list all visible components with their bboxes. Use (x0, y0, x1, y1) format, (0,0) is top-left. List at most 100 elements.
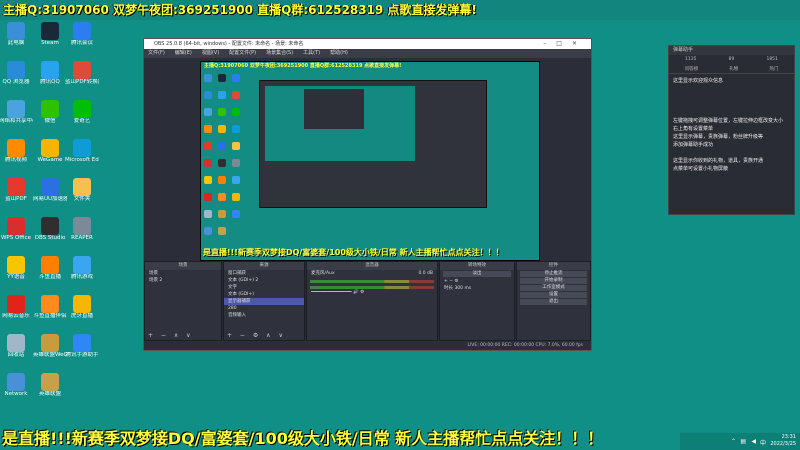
desktop-icon-label: WeGame (37, 157, 63, 163)
mixer-dock: 混音器 麦克风/Aux 0.0 dB ━━━━━━━━━━━━━━━ 🔊 ⚙ (306, 261, 438, 341)
desktop-icon[interactable]: 腾讯游戏 (66, 256, 98, 290)
chat-tab[interactable]: 热门 (769, 65, 778, 73)
exit-button[interactable]: 退出 (520, 299, 587, 305)
desktop-icon[interactable]: 英雄联盟 (34, 373, 66, 407)
desktop-icon[interactable]: Steam (34, 22, 66, 56)
desktop-icon[interactable]: 蓝山PDF转换器 (65, 61, 99, 95)
preview-app-icon (204, 142, 212, 150)
desktop-icon-label: Steam (41, 40, 59, 46)
transitions-header: 转场特效 (440, 262, 514, 270)
desktop-icon[interactable]: OBS Studio (34, 217, 66, 251)
desktop-icon[interactable]: 文件夹 (66, 178, 98, 212)
desktop-icon[interactable]: 腾讯会议 (66, 22, 98, 56)
desktop-icon[interactable]: 斗鱼直播 (34, 256, 66, 290)
desktop-icon-label: 蓝山PDF (5, 196, 27, 202)
menu-item[interactable]: 工具(T) (303, 50, 320, 56)
menu-item[interactable]: 场景集合(S) (266, 50, 293, 56)
window-controls[interactable]: –□× (543, 39, 587, 49)
desktop-icon[interactable]: Microsoft Edge (65, 139, 99, 173)
menu-item[interactable]: 视图(V) (202, 50, 219, 56)
source-item[interactable]: 窗口捕获 (224, 270, 304, 277)
volume-slider[interactable]: ━━━━━━━━━━━━━━━ 🔊 ⚙ (307, 289, 437, 296)
menu-item[interactable]: 帮助(H) (330, 50, 348, 56)
desktop-icon-label: 网络和共享中心 (0, 118, 33, 124)
chat-tab[interactable]: 问答榜 (685, 65, 699, 73)
desktop-icon[interactable]: 回收站 (0, 334, 32, 368)
desktop-icon[interactable]: 网易云音乐 (0, 295, 32, 329)
transition-duration[interactable]: 时长 300 ms (440, 285, 514, 292)
app-icon (7, 373, 25, 391)
duration-value[interactable]: 300 ms (454, 286, 471, 291)
desktop-icon[interactable]: 网络和共享中心 (0, 100, 33, 134)
danmaku-assistant-panel[interactable]: 弹幕助手 1135 89 1851 问答榜 礼物 热门 这里显示欢迎观众信息 左… (668, 45, 795, 215)
desktop-icon[interactable]: 虎牙直播 (66, 295, 98, 329)
bottom-ticker: 是直播!!!新赛季双梦接DQ/富婆套/100级大小铁/日常 新人主播帮忙点点关注… (2, 429, 604, 448)
desktop-icon-label: QQ 浏览器 (2, 79, 30, 85)
source-item[interactable]: 显示器捕获 (224, 298, 304, 305)
source-item[interactable]: 音频输入 (224, 312, 304, 319)
obs-title-bar[interactable]: OBS 25.0.8 (64-bit, windows) - 配置文件: 未命名… (144, 39, 591, 49)
studio-mode-button[interactable]: 工作室模式 (520, 285, 587, 291)
source-item[interactable]: 文字 (224, 284, 304, 291)
desktop-icon[interactable]: 腾讯视频 (0, 139, 32, 173)
obs-menu-bar[interactable]: 文件(F) 编辑(E) 视图(V) 配置文件(P) 场景集合(S) 工具(T) 帮助(H) (144, 49, 591, 58)
chat-header[interactable]: 弹幕助手 (669, 46, 794, 55)
stop-streaming-button[interactable]: 停止推流 (520, 271, 587, 277)
source-item[interactable]: 文本 (GDI+) 2 (224, 277, 304, 284)
scene-item[interactable]: 场景 (145, 270, 221, 277)
chevron-up-icon[interactable]: ⌃ (731, 438, 736, 445)
desktop-icon[interactable]: 英雄联盟WeGame版 (33, 334, 67, 368)
network-icon[interactable]: ▤ (740, 438, 746, 445)
app-icon (7, 256, 25, 274)
desktop-icon[interactable]: 网易UU加速器 (33, 178, 67, 212)
app-icon (7, 295, 25, 313)
desktop-icon[interactable]: WPS Office (0, 217, 32, 251)
ime-icon[interactable]: 中 (760, 438, 766, 447)
preview-app-icon (204, 108, 212, 116)
scenes-toolbar[interactable]: + − ∧ ∨ (145, 331, 221, 340)
desktop-icon[interactable]: YY语音 (0, 256, 32, 290)
app-icon (7, 61, 25, 79)
desktop-icon[interactable]: WeGame (34, 139, 66, 173)
scenes-header: 场景 (145, 262, 221, 270)
desktop-icon[interactable]: 此电脑 (0, 22, 32, 56)
sources-toolbar[interactable]: + − ⚙ ∧ ∨ (224, 331, 304, 340)
settings-button[interactable]: 设置 (520, 292, 587, 298)
controls-dock: 控件 停止推流 开始录制 工作室模式 设置 退出 (516, 261, 591, 341)
menu-item[interactable]: 编辑(E) (175, 50, 192, 56)
source-item[interactable]: 文本 (GDI+) (224, 291, 304, 298)
menu-item[interactable]: 配置文件(P) (229, 50, 256, 56)
preview-app-icon (218, 159, 226, 167)
obs-window[interactable]: OBS 25.0.8 (64-bit, windows) - 配置文件: 未命名… (143, 38, 592, 351)
desktop-icon[interactable]: 腾讯QQ (34, 61, 66, 95)
transition-select[interactable]: 淡出 (443, 271, 511, 277)
desktop-icon[interactable]: REAPER (66, 217, 98, 251)
desktop-icon-label: Network (4, 391, 28, 397)
desktop-icon-label: 文件夹 (73, 196, 91, 202)
desktop-icon-label: Microsoft Edge (65, 157, 99, 163)
desktop-icon[interactable]: 爱奇艺 (66, 100, 98, 134)
desktop-icon[interactable]: 蓝山PDF (0, 178, 32, 212)
chat-tab[interactable]: 礼物 (729, 65, 738, 73)
desktop-icon[interactable]: 微信 (34, 100, 66, 134)
obs-preview[interactable]: 主播Q:31907060 双梦午夜团:369251900 直播Q群:612528… (200, 61, 540, 261)
desktop-icon-label: 爱奇艺 (73, 118, 91, 124)
mixer-channel: 麦克风/Aux 0.0 dB (307, 270, 437, 277)
desktop-icon[interactable]: QQ 浏览器 (0, 61, 32, 95)
preview-app-icon (204, 227, 212, 235)
volume-icon[interactable]: ◀ (751, 438, 756, 445)
desktop-icon[interactable]: Network (0, 373, 32, 407)
clock[interactable]: 23:31 2022/3/25 (770, 434, 796, 448)
chat-tabs: 问答榜 礼物 热门 (669, 65, 794, 74)
start-recording-button[interactable]: 开始录制 (520, 278, 587, 284)
scene-item[interactable]: 场景 2 (145, 277, 221, 284)
preview-app-icon (204, 159, 212, 167)
preview-app-icon (232, 142, 240, 150)
desktop-icon[interactable]: 腾讯手游助手 (65, 334, 99, 368)
transition-add-remove[interactable]: + − ⚙ (440, 278, 514, 285)
source-item[interactable]: 280 (224, 305, 304, 312)
chat-message: 点菜单可设置小礼物屏蔽 (673, 166, 729, 172)
preview-app-icon (232, 125, 240, 133)
desktop-icon[interactable]: 斗鱼直播伴侣 (33, 295, 67, 329)
menu-item[interactable]: 文件(F) (148, 50, 165, 56)
